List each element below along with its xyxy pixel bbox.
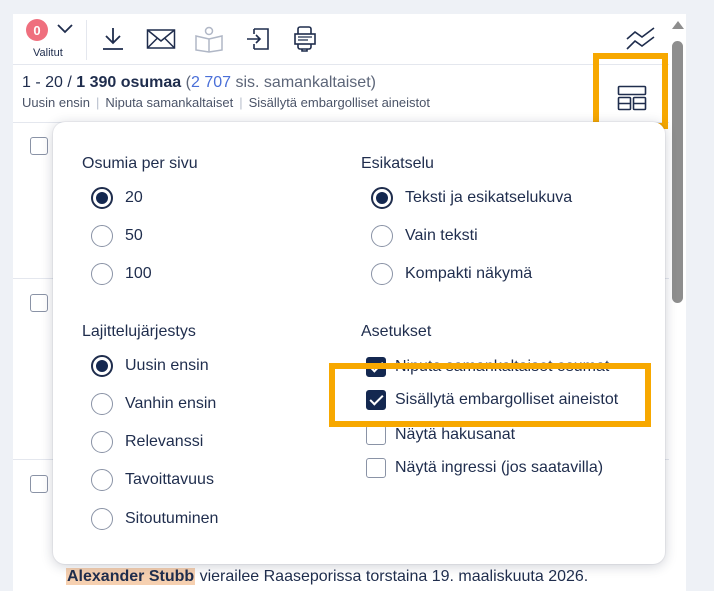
view-settings-popup: Osumia per sivu 20 50 100 Esikatselu Tek… — [53, 122, 665, 564]
scrollbar[interactable] — [669, 14, 686, 591]
option-label: Uusin ensin — [125, 357, 209, 374]
export-button[interactable] — [241, 14, 275, 64]
layout-button-highlight — [593, 53, 668, 129]
radio — [91, 508, 113, 530]
option-label: Teksti ja esikatselukuva — [405, 189, 573, 206]
radio — [371, 263, 393, 285]
radio-selected — [371, 187, 393, 209]
download-icon — [103, 28, 123, 50]
separator: | — [95, 95, 100, 110]
open-book-icon — [195, 26, 223, 53]
search-term-highlight: Alexander Stubb — [66, 568, 196, 585]
snippet-text: vierailee Raaseporissa torstaina 19. maa… — [195, 568, 589, 585]
option-label: Vain teksti — [405, 227, 478, 244]
per-page-option[interactable]: 20 — [91, 187, 143, 209]
active-settings-row: Uusin ensin | Niputa samankaltaiset | Sisäll… — [22, 95, 430, 110]
per-page-option[interactable]: 100 — [91, 263, 152, 285]
active-setting-embargo: Sisällytä embargolliset aineistot — [248, 95, 430, 110]
radio-selected — [91, 355, 113, 377]
download-button[interactable] — [96, 14, 130, 64]
preview-option[interactable]: Teksti ja esikatselukuva — [371, 187, 572, 209]
sorting-heading: Lajittelujärjestys — [82, 323, 196, 340]
radio — [91, 263, 113, 285]
radio — [91, 225, 113, 247]
radio — [91, 469, 113, 491]
option-label: Näytä ingressi (jos saatavilla) — [395, 459, 604, 476]
result-checkbox[interactable] — [30, 475, 48, 493]
devices-icon — [294, 26, 316, 52]
preview-option[interactable]: Vain teksti — [371, 225, 478, 247]
sorting-option[interactable]: Sitoutuminen — [91, 508, 218, 530]
option-label: Relevanssi — [125, 433, 204, 450]
per-page-option[interactable]: 50 — [91, 225, 143, 247]
export-icon — [247, 28, 269, 50]
result-checkbox[interactable] — [30, 294, 48, 312]
option-label: Kompakti näkymä — [405, 265, 533, 282]
option-label: Vanhin ensin — [125, 395, 217, 412]
sorting-option[interactable]: Tavoittavuus — [91, 469, 214, 491]
checkbox — [366, 458, 386, 478]
checkbox — [366, 425, 386, 445]
results-count: 1 390 osumaa — [76, 74, 182, 91]
selected-label: Valitut — [33, 47, 63, 59]
option-label: Näytä hakusanat — [395, 426, 516, 443]
radio-selected — [91, 187, 113, 209]
scroll-up-arrow[interactable] — [672, 21, 684, 29]
toolbar-divider — [86, 20, 87, 60]
option-label: Sitoutuminen — [125, 510, 219, 527]
radio — [91, 431, 113, 453]
mail-icon — [146, 29, 176, 49]
separator: | — [239, 95, 243, 110]
read-button[interactable] — [191, 14, 227, 64]
chevron-down-icon — [57, 24, 73, 34]
radio — [371, 225, 393, 247]
sorting-option[interactable]: Vanhin ensin — [91, 393, 216, 415]
similar-open: ( — [181, 74, 191, 91]
share-devices-button[interactable] — [288, 14, 324, 64]
results-toolbar: 0 Valitut — [13, 14, 669, 65]
active-setting-sort: Uusin ensin — [22, 95, 90, 110]
preview-heading: Esikatselu — [361, 155, 434, 172]
option-label: 20 — [125, 189, 143, 206]
similar-count-link[interactable]: 2 707 — [191, 74, 231, 91]
similar-label: sis. samankaltaiset) — [231, 74, 376, 91]
radio — [91, 393, 113, 415]
selected-items-dropdown[interactable]: 0 Valitut — [13, 14, 79, 64]
result-checkbox[interactable] — [30, 137, 48, 155]
per-page-heading: Osumia per sivu — [82, 155, 198, 172]
results-range: 1 - 20 / — [22, 74, 77, 91]
scroll-thumb[interactable] — [672, 41, 683, 303]
option-label: 100 — [125, 265, 152, 282]
show-lead-checkbox[interactable]: Näytä ingressi (jos saatavilla) — [366, 458, 603, 478]
sorting-option[interactable]: Uusin ensin — [91, 355, 209, 377]
sorting-option[interactable]: Relevanssi — [91, 431, 203, 453]
trend-icon — [626, 27, 655, 50]
embargo-setting-highlight — [329, 363, 651, 427]
settings-heading: Asetukset — [361, 323, 432, 340]
option-label: 50 — [125, 227, 143, 244]
email-button[interactable] — [143, 14, 179, 64]
selected-count-badge: 0 — [26, 19, 48, 41]
option-label: Tavoittavuus — [125, 471, 214, 488]
result-snippet: Alexander Stubb vierailee Raaseporissa t… — [66, 568, 588, 586]
active-setting-group: Niputa samankaltaiset — [105, 95, 234, 110]
results-summary: 1 - 20 / 1 390 osumaa (2 707 sis. samank… — [22, 74, 376, 92]
preview-option[interactable]: Kompakti näkymä — [371, 263, 532, 285]
show-keywords-checkbox[interactable]: Näytä hakusanat — [366, 425, 515, 445]
